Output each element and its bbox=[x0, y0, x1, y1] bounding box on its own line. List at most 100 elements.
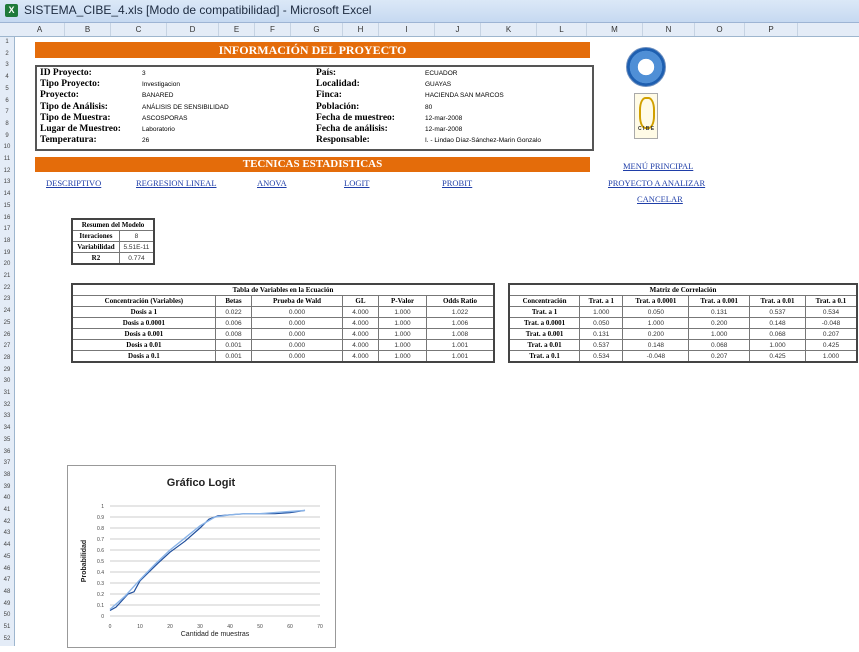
row-header-24[interactable]: 24 bbox=[0, 306, 14, 318]
column-header-B[interactable]: B bbox=[65, 23, 111, 36]
project-info-box: ID Proyecto: 3 Tipo Proyecto: Investigaci… bbox=[35, 65, 594, 151]
row-header-8[interactable]: 8 bbox=[0, 119, 14, 131]
column-header-D[interactable]: D bbox=[167, 23, 219, 36]
row-header-6[interactable]: 6 bbox=[0, 96, 14, 108]
row-header-52[interactable]: 52 bbox=[0, 634, 14, 646]
table-cell: 0.537 bbox=[749, 306, 806, 318]
correlation-table: Matriz de Correlación Concentración Trat.… bbox=[508, 283, 858, 363]
table-row: Trat. a 0.001 0.131 0.200 1.000 0.068 0.207 bbox=[508, 328, 858, 340]
column-header-N[interactable]: N bbox=[643, 23, 695, 36]
row-header-9[interactable]: 9 bbox=[0, 131, 14, 143]
link-proyecto-analizar[interactable]: PROYECTO A ANALIZAR bbox=[608, 178, 705, 188]
row-header-11[interactable]: 11 bbox=[0, 154, 14, 166]
row-header-2[interactable]: 2 bbox=[0, 49, 14, 61]
table-cell: 0.068 bbox=[688, 339, 751, 351]
row-header-10[interactable]: 10 bbox=[0, 142, 14, 154]
excel-icon[interactable]: X bbox=[5, 4, 18, 17]
row-header-30[interactable]: 30 bbox=[0, 376, 14, 388]
column-header-L[interactable]: L bbox=[537, 23, 587, 36]
row-header-18[interactable]: 18 bbox=[0, 236, 14, 248]
table-cell: 1.000 bbox=[378, 306, 427, 318]
row-header-34[interactable]: 34 bbox=[0, 423, 14, 435]
column-header-G[interactable]: G bbox=[291, 23, 343, 36]
row-header-47[interactable]: 47 bbox=[0, 575, 14, 587]
row-header-31[interactable]: 31 bbox=[0, 388, 14, 400]
row-headers[interactable]: 1 2 3 4 5 6 7 8 9 10 11 12 13 14 15 16 17 18 19 20 21 22 23 24 2… bbox=[0, 37, 15, 646]
column-header-A[interactable]: A bbox=[15, 23, 65, 36]
table-cell: 4.000 bbox=[341, 317, 380, 329]
row-header-51[interactable]: 51 bbox=[0, 622, 14, 634]
logit-chart[interactable]: Gráfico Logit 0 0.1 0.2 0.3 0.4 0.5 0.6 0.7 0.8 0.… bbox=[67, 465, 336, 648]
table-cell: 0.534 bbox=[804, 306, 858, 318]
column-headers[interactable]: ABCDEFGHIJKLMNOP bbox=[0, 23, 859, 37]
row-header-44[interactable]: 44 bbox=[0, 540, 14, 552]
row-header-14[interactable]: 14 bbox=[0, 189, 14, 201]
link-probit[interactable]: PROBIT bbox=[442, 178, 472, 188]
column-header-E[interactable]: E bbox=[219, 23, 255, 36]
variables-table: Tabla de Variables en la Ecuación Concen… bbox=[71, 283, 495, 363]
row-header-1[interactable]: 1 bbox=[0, 37, 14, 49]
row-header-16[interactable]: 16 bbox=[0, 213, 14, 225]
row-header-13[interactable]: 13 bbox=[0, 177, 14, 189]
row-header-23[interactable]: 23 bbox=[0, 294, 14, 306]
table-header: Trat. a 0.001 bbox=[688, 295, 751, 307]
column-header-O[interactable]: O bbox=[695, 23, 745, 36]
link-logit[interactable]: LOGIT bbox=[344, 178, 370, 188]
link-descriptivo[interactable]: DESCRIPTIVO bbox=[46, 178, 101, 188]
row-header-26[interactable]: 26 bbox=[0, 330, 14, 342]
link-anova[interactable]: ANOVA bbox=[257, 178, 287, 188]
row-header-33[interactable]: 33 bbox=[0, 411, 14, 423]
row-header-45[interactable]: 45 bbox=[0, 552, 14, 564]
link-menu-principal[interactable]: MENÚ PRINCIPAL bbox=[623, 161, 693, 171]
row-header-12[interactable]: 12 bbox=[0, 166, 14, 178]
row-header-39[interactable]: 39 bbox=[0, 482, 14, 494]
info-label: Finca: bbox=[316, 90, 342, 101]
column-header-H[interactable]: H bbox=[343, 23, 379, 36]
row-header-35[interactable]: 35 bbox=[0, 435, 14, 447]
link-cancelar[interactable]: CANCELAR bbox=[637, 194, 683, 204]
column-header-K[interactable]: K bbox=[481, 23, 537, 36]
x-axis-label: Cantidad de muestras bbox=[181, 631, 250, 638]
info-label: Fecha de muestreo: bbox=[316, 112, 395, 123]
row-header-41[interactable]: 41 bbox=[0, 505, 14, 517]
row-header-50[interactable]: 50 bbox=[0, 610, 14, 622]
row-header-28[interactable]: 28 bbox=[0, 353, 14, 365]
row-header-37[interactable]: 37 bbox=[0, 458, 14, 470]
row-header-27[interactable]: 27 bbox=[0, 341, 14, 353]
row-header-19[interactable]: 19 bbox=[0, 248, 14, 260]
row-header-48[interactable]: 48 bbox=[0, 587, 14, 599]
row-header-40[interactable]: 40 bbox=[0, 493, 14, 505]
row-header-29[interactable]: 29 bbox=[0, 365, 14, 377]
row-header-49[interactable]: 49 bbox=[0, 599, 14, 611]
row-header-22[interactable]: 22 bbox=[0, 283, 14, 295]
column-header-P[interactable]: P bbox=[745, 23, 798, 36]
row-header-15[interactable]: 15 bbox=[0, 201, 14, 213]
row-header-38[interactable]: 38 bbox=[0, 470, 14, 482]
row-header-3[interactable]: 3 bbox=[0, 60, 14, 72]
row-header-17[interactable]: 17 bbox=[0, 224, 14, 236]
row-header-4[interactable]: 4 bbox=[0, 72, 14, 84]
row-header-46[interactable]: 46 bbox=[0, 564, 14, 576]
column-header-I[interactable]: I bbox=[379, 23, 435, 36]
row-header-5[interactable]: 5 bbox=[0, 84, 14, 96]
row-header-7[interactable]: 7 bbox=[0, 107, 14, 119]
variables-table-title: Tabla de Variables en la Ecuación bbox=[71, 283, 495, 296]
row-header-42[interactable]: 42 bbox=[0, 517, 14, 529]
table-cell: 0.001 bbox=[214, 339, 253, 351]
column-header-M[interactable]: M bbox=[587, 23, 643, 36]
row-header-32[interactable]: 32 bbox=[0, 400, 14, 412]
row-header-43[interactable]: 43 bbox=[0, 528, 14, 540]
y-tick-label: 0.9 bbox=[97, 515, 104, 521]
column-header-C[interactable]: C bbox=[111, 23, 167, 36]
row-header-21[interactable]: 21 bbox=[0, 271, 14, 283]
column-header-J[interactable]: J bbox=[435, 23, 481, 36]
table-cell: 1.006 bbox=[425, 317, 495, 329]
row-header-36[interactable]: 36 bbox=[0, 447, 14, 459]
worksheet[interactable]: INFORMACIÓN DEL PROYECTO ID Proyecto: 3 T… bbox=[15, 37, 859, 648]
row-header-25[interactable]: 25 bbox=[0, 318, 14, 330]
table-row: Dosis a 1 0.022 0.000 4.000 1.000 1.022 bbox=[71, 306, 495, 318]
link-regresion-lineal[interactable]: REGRESION LINEAL bbox=[136, 178, 217, 188]
logit-chart-svg: Gráfico Logit 0 0.1 0.2 0.3 0.4 0.5 0.6 0.7 0.8 0.… bbox=[81, 477, 323, 638]
column-header-F[interactable]: F bbox=[255, 23, 291, 36]
row-header-20[interactable]: 20 bbox=[0, 259, 14, 271]
